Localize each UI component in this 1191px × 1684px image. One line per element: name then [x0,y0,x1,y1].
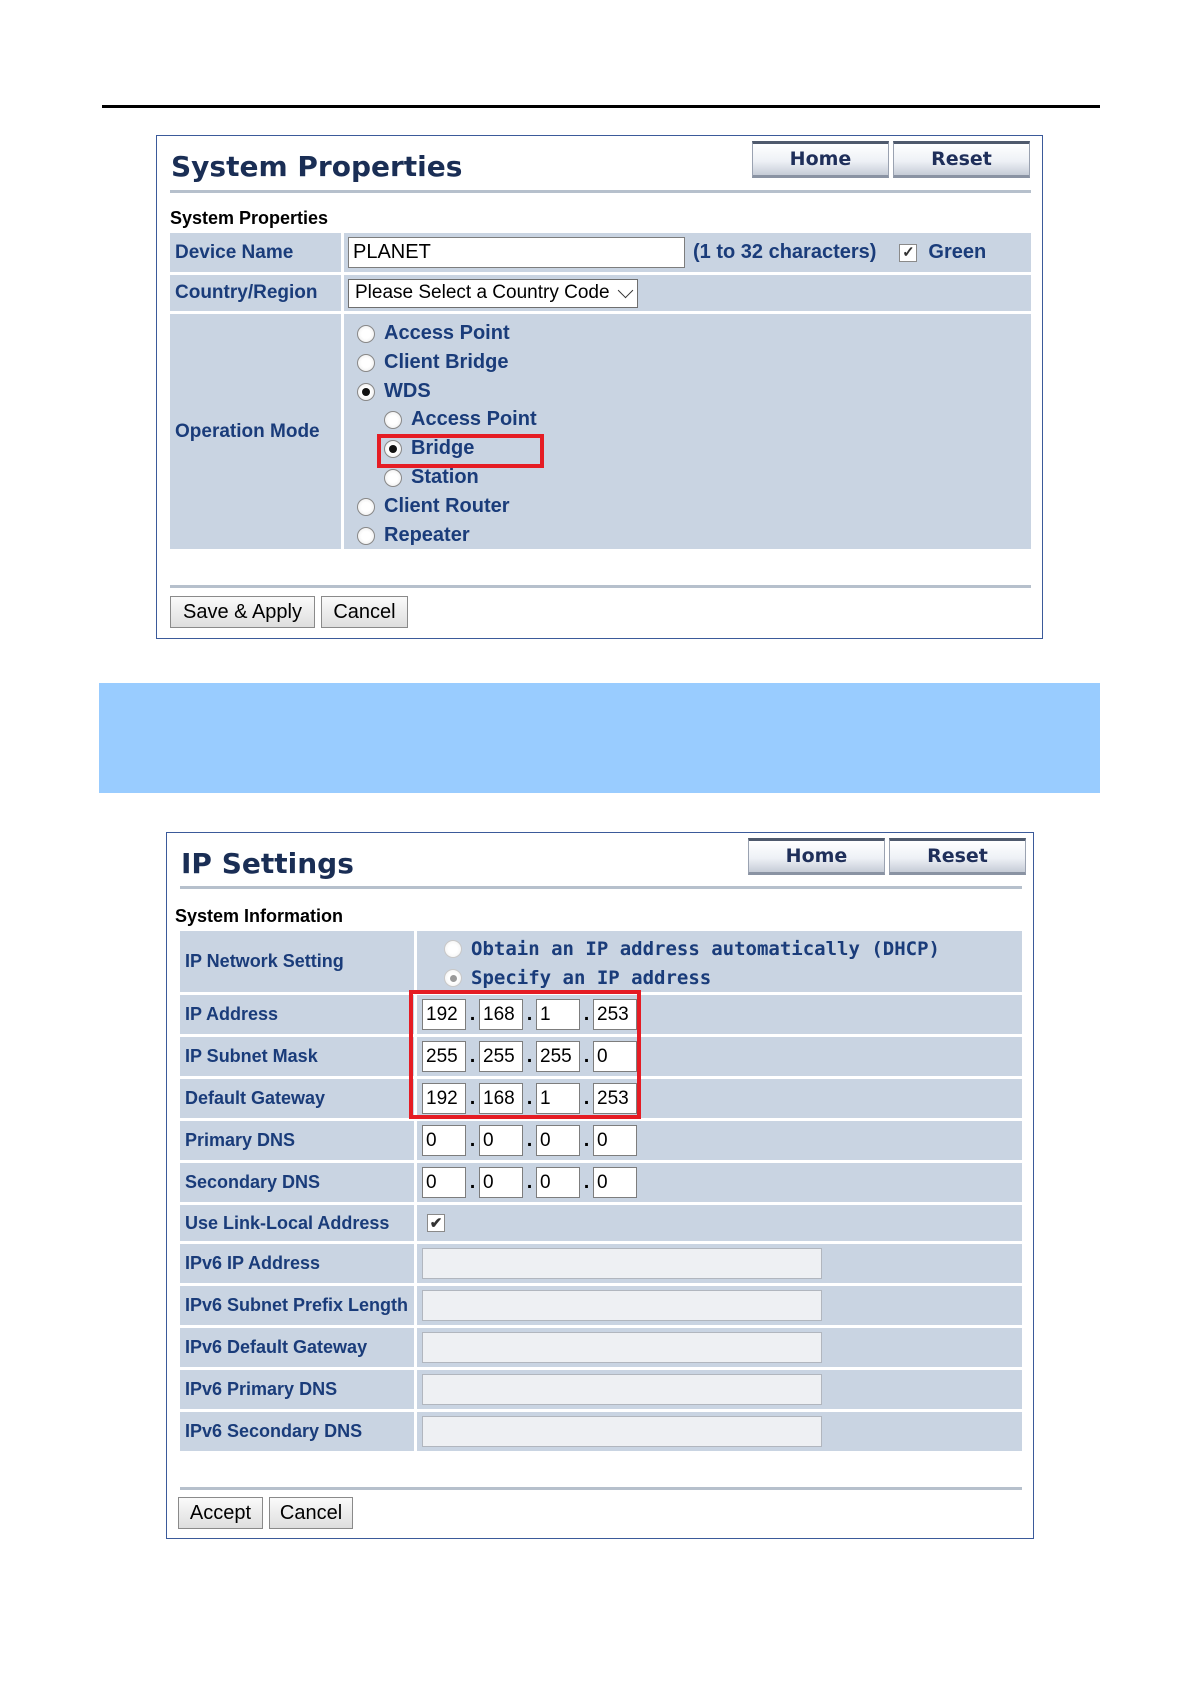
ip-highlight-box [409,990,641,1119]
link-local-row: Use Link-Local Address ✔ [180,1205,1022,1241]
mode-label: WDS [384,380,431,402]
country-label: Country/Region [170,275,344,311]
mode-label: Access Point [411,408,537,430]
octet-input[interactable]: 0 [593,1125,637,1156]
device-name-row: Device Name PLANET (1 to 32 characters) … [170,233,1031,272]
radio-icon[interactable] [357,353,375,372]
panel-title: System Properties [171,150,463,183]
secondary-dns-row: Secondary DNS 0. 0. 0. 0 [180,1163,1022,1202]
specify-label: Specify an IP address [471,967,712,989]
mode-repeater[interactable]: Repeater [357,524,470,547]
green-checkbox[interactable]: ✓ [899,243,918,262]
specify-ip-option[interactable]: Specify an IP address [444,967,711,989]
ip-network-setting-label: IP Network Setting [180,931,417,992]
radio-selected-icon[interactable] [444,969,462,987]
country-select-value: Please Select a Country Code [355,282,610,303]
link-local-checkbox[interactable]: ✔ [427,1214,445,1232]
default-gateway-label: Default Gateway [180,1079,417,1118]
header-divider [180,886,1022,889]
octet-input[interactable]: 0 [536,1125,580,1156]
ipv6-primary-dns-row: IPv6 Primary DNS [180,1370,1022,1409]
ipv6-address-label: IPv6 IP Address [180,1244,417,1283]
radio-icon[interactable] [357,526,375,545]
device-name-hint: (1 to 32 characters) [693,241,877,263]
radio-icon[interactable] [357,324,375,343]
green-label: Green [928,241,987,263]
radio-icon[interactable] [357,497,375,516]
mode-access-point[interactable]: Access Point [357,322,510,345]
mode-label: Client Bridge [384,351,509,373]
ipv6-secondary-dns-row: IPv6 Secondary DNS [180,1412,1022,1451]
ipv6-primary-dns-label: IPv6 Primary DNS [180,1370,417,1409]
octet-input[interactable]: 0 [422,1125,466,1156]
section-label: System Information [175,906,344,926]
footer-divider [180,1487,1022,1490]
reset-button[interactable]: Reset [893,141,1030,178]
ipv6-primary-dns-input[interactable] [422,1374,822,1405]
device-name-label: Device Name [170,233,344,272]
radio-icon[interactable] [444,940,462,958]
operation-mode-label: Operation Mode [170,314,344,549]
reset-button[interactable]: Reset [889,838,1026,875]
device-name-input[interactable]: PLANET [348,237,685,268]
dhcp-label: Obtain an IP address automatically (DHCP… [471,938,940,960]
ipv6-prefix-input[interactable] [422,1290,822,1321]
radio-selected-icon[interactable] [357,382,375,401]
mode-client-router[interactable]: Client Router [357,495,510,518]
primary-dns-label: Primary DNS [180,1121,417,1160]
primary-dns-fields: 0. 0. 0. 0 [417,1125,637,1156]
accept-button[interactable]: Accept [178,1497,263,1529]
radio-icon[interactable] [384,468,402,487]
secondary-dns-fields: 0. 0. 0. 0 [417,1167,637,1198]
ipv6-gateway-row: IPv6 Default Gateway [180,1328,1022,1367]
mode-label: Repeater [384,524,470,546]
ip-address-label: IP Address [180,995,417,1034]
system-properties-panel: System Properties Home Reset System Prop… [156,135,1043,639]
radio-icon[interactable] [384,410,402,429]
country-row: Country/Region Please Select a Country C… [170,275,1031,311]
mode-wds-station[interactable]: Station [384,466,479,489]
ipv6-secondary-dns-label: IPv6 Secondary DNS [180,1412,417,1451]
mode-label: Station [411,466,479,488]
save-apply-button[interactable]: Save & Apply [170,596,315,628]
header-divider [170,190,1031,193]
footer-divider [170,585,1031,588]
mode-wds-access-point[interactable]: Access Point [384,408,537,431]
mode-label: Client Router [384,495,510,517]
secondary-dns-label: Secondary DNS [180,1163,417,1202]
mode-client-bridge[interactable]: Client Bridge [357,351,508,374]
section-label: System Properties [170,208,329,228]
link-local-label: Use Link-Local Address [180,1205,417,1241]
cancel-button[interactable]: Cancel [269,1497,353,1529]
home-button[interactable]: Home [752,141,889,178]
octet-input[interactable]: 0 [536,1167,580,1198]
home-button[interactable]: Home [748,838,885,875]
ip-settings-panel: IP Settings Home Reset System Informatio… [166,832,1034,1539]
octet-input[interactable]: 0 [593,1167,637,1198]
blue-banner [99,683,1100,793]
ipv6-gateway-label: IPv6 Default Gateway [180,1328,417,1367]
country-select[interactable]: Please Select a Country Code [348,278,638,308]
mode-wds[interactable]: WDS [357,380,431,403]
cancel-button[interactable]: Cancel [321,596,408,628]
dhcp-option[interactable]: Obtain an IP address automatically (DHCP… [444,938,940,960]
bridge-highlight-box [377,434,544,468]
chevron-down-icon [617,282,633,298]
ipv6-prefix-row: IPv6 Subnet Prefix Length [180,1286,1022,1325]
ipv6-address-input[interactable] [422,1248,822,1279]
octet-input[interactable]: 0 [479,1125,523,1156]
primary-dns-row: Primary DNS 0. 0. 0. 0 [180,1121,1022,1160]
mode-label: Access Point [384,322,510,344]
subnet-mask-label: IP Subnet Mask [180,1037,417,1076]
ipv6-gateway-input[interactable] [422,1332,822,1363]
panel-title: IP Settings [181,847,354,880]
operation-mode-row: Operation Mode [170,314,1031,549]
octet-input[interactable]: 0 [422,1167,466,1198]
octet-input[interactable]: 0 [479,1167,523,1198]
page-top-rule [102,105,1100,108]
ipv6-secondary-dns-input[interactable] [422,1416,822,1447]
ipv6-prefix-label: IPv6 Subnet Prefix Length [180,1286,417,1325]
ipv6-address-row: IPv6 IP Address [180,1244,1022,1283]
